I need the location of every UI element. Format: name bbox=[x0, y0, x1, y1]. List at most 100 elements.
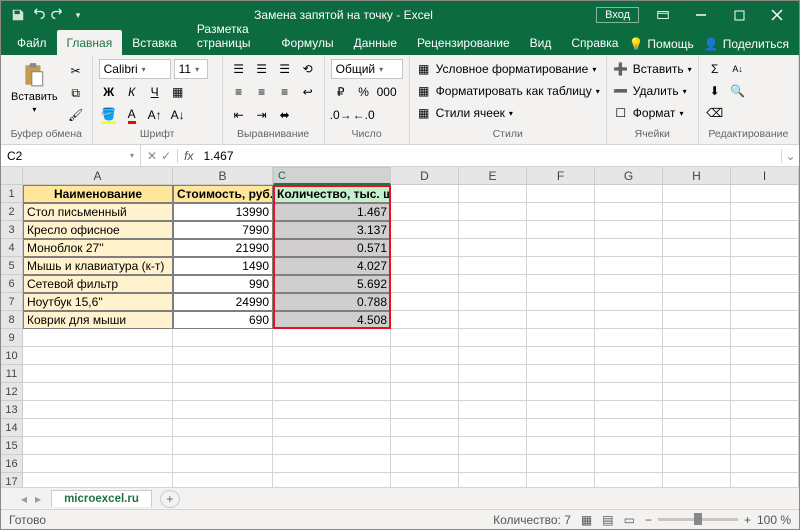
empty-cell[interactable] bbox=[527, 311, 595, 329]
conditional-formatting-button[interactable]: ▦Условное форматирование▾ bbox=[416, 59, 600, 79]
empty-cell[interactable] bbox=[663, 185, 731, 203]
signin-button[interactable]: Вход bbox=[596, 7, 639, 23]
empty-cell[interactable] bbox=[459, 401, 527, 419]
empty-cell[interactable] bbox=[595, 419, 663, 437]
ribbon-options-icon[interactable] bbox=[645, 3, 681, 27]
tab-file[interactable]: Файл bbox=[7, 30, 57, 55]
name-cell[interactable]: Сетевой фильтр bbox=[23, 275, 173, 293]
name-cell[interactable]: Мышь и клавиатура (к-т) bbox=[23, 257, 173, 275]
align-top-icon[interactable]: ☰ bbox=[229, 59, 249, 79]
empty-cell[interactable] bbox=[173, 419, 273, 437]
empty-cell[interactable] bbox=[663, 221, 731, 239]
empty-cell[interactable] bbox=[663, 239, 731, 257]
empty-cell[interactable] bbox=[459, 185, 527, 203]
empty-cell[interactable] bbox=[595, 239, 663, 257]
empty-cell[interactable] bbox=[173, 401, 273, 419]
insert-cells-button[interactable]: ➕Вставить▾ bbox=[613, 59, 692, 79]
empty-cell[interactable] bbox=[391, 329, 459, 347]
fill-icon[interactable]: ⬇ bbox=[705, 81, 725, 101]
col-header[interactable]: C bbox=[273, 167, 391, 185]
empty-cell[interactable] bbox=[391, 203, 459, 221]
empty-cell[interactable] bbox=[527, 455, 595, 473]
sort-filter-icon[interactable]: A↓ bbox=[728, 59, 748, 79]
empty-cell[interactable] bbox=[459, 311, 527, 329]
empty-cell[interactable] bbox=[663, 473, 731, 487]
empty-cell[interactable] bbox=[23, 437, 173, 455]
empty-cell[interactable] bbox=[527, 185, 595, 203]
cost-cell[interactable]: 1490 bbox=[173, 257, 273, 275]
italic-icon[interactable]: К bbox=[122, 82, 142, 102]
empty-cell[interactable] bbox=[731, 365, 799, 383]
cost-cell[interactable]: 13990 bbox=[173, 203, 273, 221]
decrease-decimal-icon[interactable]: ←.0 bbox=[354, 105, 374, 125]
autosum-icon[interactable]: Σ bbox=[705, 59, 725, 79]
empty-cell[interactable] bbox=[663, 401, 731, 419]
empty-cell[interactable] bbox=[663, 437, 731, 455]
empty-cell[interactable] bbox=[663, 275, 731, 293]
redo-icon[interactable] bbox=[51, 8, 65, 22]
copy-icon[interactable]: ⧉ bbox=[66, 83, 86, 103]
empty-cell[interactable] bbox=[663, 347, 731, 365]
currency-icon[interactable]: ₽ bbox=[331, 82, 351, 102]
empty-cell[interactable] bbox=[391, 401, 459, 419]
empty-cell[interactable] bbox=[391, 473, 459, 487]
maximize-icon[interactable] bbox=[721, 3, 757, 27]
empty-cell[interactable] bbox=[391, 365, 459, 383]
row-header[interactable]: 7 bbox=[1, 293, 23, 311]
empty-cell[interactable] bbox=[391, 185, 459, 203]
empty-cell[interactable] bbox=[391, 455, 459, 473]
empty-cell[interactable] bbox=[273, 473, 391, 487]
empty-cell[interactable] bbox=[173, 437, 273, 455]
empty-cell[interactable] bbox=[731, 347, 799, 365]
cost-cell[interactable]: 24990 bbox=[173, 293, 273, 311]
empty-cell[interactable] bbox=[391, 383, 459, 401]
empty-cell[interactable] bbox=[595, 383, 663, 401]
empty-cell[interactable] bbox=[391, 311, 459, 329]
empty-cell[interactable] bbox=[663, 311, 731, 329]
close-icon[interactable] bbox=[759, 3, 795, 27]
row-header[interactable]: 3 bbox=[1, 221, 23, 239]
comma-icon[interactable]: 000 bbox=[377, 82, 397, 102]
tell-me[interactable]: 💡Помощь bbox=[628, 37, 693, 51]
empty-cell[interactable] bbox=[595, 203, 663, 221]
minimize-icon[interactable] bbox=[683, 3, 719, 27]
empty-cell[interactable] bbox=[663, 455, 731, 473]
fill-color-icon[interactable]: 🪣 bbox=[99, 105, 119, 125]
tab-layout[interactable]: Разметка страницы bbox=[187, 16, 272, 55]
empty-cell[interactable] bbox=[173, 473, 273, 487]
cost-cell[interactable]: 7990 bbox=[173, 221, 273, 239]
empty-cell[interactable] bbox=[459, 419, 527, 437]
empty-cell[interactable] bbox=[731, 293, 799, 311]
tab-formulas[interactable]: Формулы bbox=[271, 30, 343, 55]
qty-cell[interactable]: 1.467 bbox=[273, 203, 391, 221]
empty-cell[interactable] bbox=[173, 347, 273, 365]
empty-cell[interactable] bbox=[663, 383, 731, 401]
empty-cell[interactable] bbox=[595, 437, 663, 455]
zoom-control[interactable]: − + 100 % bbox=[645, 513, 791, 527]
empty-cell[interactable] bbox=[273, 437, 391, 455]
clear-icon[interactable]: ⌫ bbox=[705, 103, 725, 123]
empty-cell[interactable] bbox=[731, 437, 799, 455]
empty-cell[interactable] bbox=[459, 293, 527, 311]
empty-cell[interactable] bbox=[459, 473, 527, 487]
empty-cell[interactable] bbox=[527, 239, 595, 257]
row-header[interactable]: 11 bbox=[1, 365, 23, 383]
formula-input[interactable]: 1.467 bbox=[199, 149, 781, 163]
col-header[interactable]: E bbox=[459, 167, 527, 185]
empty-cell[interactable] bbox=[527, 275, 595, 293]
expand-formula-icon[interactable]: ⌄ bbox=[781, 149, 799, 163]
name-cell[interactable]: Коврик для мыши bbox=[23, 311, 173, 329]
empty-cell[interactable] bbox=[273, 383, 391, 401]
empty-cell[interactable] bbox=[527, 401, 595, 419]
empty-cell[interactable] bbox=[731, 329, 799, 347]
empty-cell[interactable] bbox=[459, 455, 527, 473]
empty-cell[interactable] bbox=[731, 257, 799, 275]
qty-cell[interactable]: 4.508 bbox=[273, 311, 391, 329]
col-header[interactable]: H bbox=[663, 167, 731, 185]
empty-cell[interactable] bbox=[527, 365, 595, 383]
merge-icon[interactable]: ⬌ bbox=[275, 105, 295, 125]
empty-cell[interactable] bbox=[663, 329, 731, 347]
view-normal-icon[interactable]: ▦ bbox=[581, 513, 592, 527]
empty-cell[interactable] bbox=[595, 185, 663, 203]
name-cell[interactable]: Ноутбук 15,6'' bbox=[23, 293, 173, 311]
